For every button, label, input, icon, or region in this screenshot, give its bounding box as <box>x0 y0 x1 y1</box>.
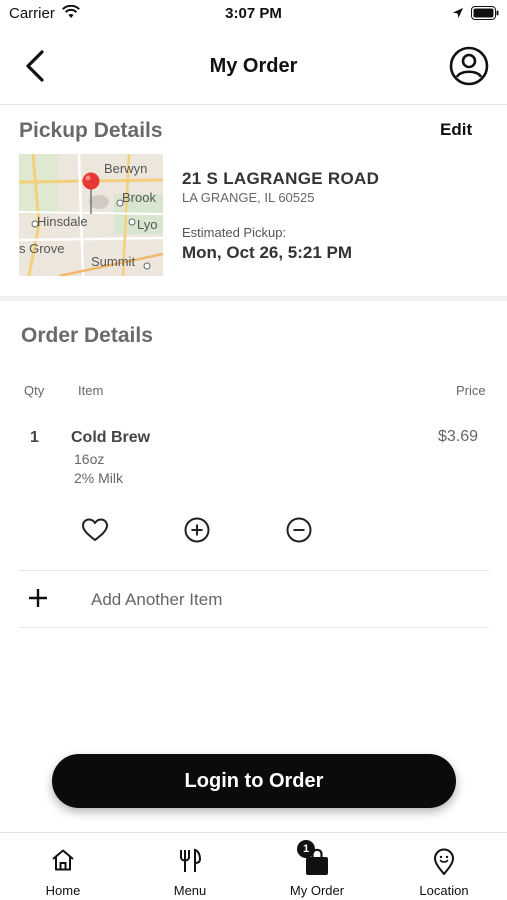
minus-circle-icon <box>286 517 312 543</box>
tab-bar: Home Menu My Order Location <box>0 832 507 900</box>
divider <box>19 627 489 628</box>
add-another-item-label: Add Another Item <box>91 590 223 609</box>
tab-home[interactable]: Home <box>0 833 126 900</box>
battery-icon <box>471 6 499 20</box>
pickup-details-title: Pickup Details <box>19 119 163 142</box>
map-label: s Grove <box>19 241 65 256</box>
status-bar: Carrier 3:07 PM <box>0 0 507 28</box>
estimated-pickup-label: Estimated Pickup: <box>182 225 287 240</box>
profile-button[interactable] <box>448 45 490 87</box>
favorite-button[interactable] <box>80 515 110 545</box>
login-to-order-button[interactable]: Login to Order <box>52 754 456 808</box>
column-header-price: Price <box>456 383 486 398</box>
status-time: 3:07 PM <box>225 5 282 22</box>
plus-icon <box>29 589 47 607</box>
store-address: 21 S LAGRANGE ROAD <box>182 169 380 188</box>
plus-circle-icon <box>184 517 210 543</box>
heart-icon <box>82 518 108 541</box>
item-price: $3.69 <box>438 428 479 445</box>
edit-pickup-button[interactable]: Edit <box>440 120 472 140</box>
item-modifier: 2% Milk <box>74 470 124 486</box>
divider <box>19 570 489 571</box>
item-modifier: 16oz <box>74 451 105 467</box>
user-avatar-icon <box>449 46 489 86</box>
map-pin-icon <box>82 172 100 190</box>
fork-knife-icon <box>180 848 202 872</box>
decrease-quantity-button[interactable] <box>284 515 314 545</box>
item-quantity: 1 <box>30 429 39 446</box>
tab-location[interactable]: Location <box>381 833 507 900</box>
estimated-pickup-time: Mon, Oct 26, 5:21 PM <box>182 243 353 262</box>
tab-label: Location <box>419 883 469 898</box>
column-header-item: Item <box>78 383 104 398</box>
order-details-title: Order Details <box>21 324 153 347</box>
nav-bar: My Order <box>0 28 507 105</box>
column-header-qty: Qty <box>24 383 45 398</box>
add-another-item-button[interactable]: Add Another Item <box>19 572 489 627</box>
location-pin-icon <box>434 848 454 875</box>
pickup-map[interactable]: Berwyn Brook Hinsdale Lyo s Grove Summit <box>19 154 163 276</box>
tab-label: Home <box>45 883 81 898</box>
map-label: Hinsdale <box>37 214 88 229</box>
page-title: My Order <box>209 55 298 77</box>
section-divider <box>0 296 507 301</box>
store-city: LA GRANGE, IL 60525 <box>182 190 315 205</box>
map-label: Berwyn <box>104 161 148 176</box>
location-arrow-icon <box>453 8 463 18</box>
tab-label: My Order <box>289 883 345 898</box>
map-label: Lyo <box>137 217 158 232</box>
map-label: Brook <box>122 190 156 205</box>
cart-count-badge: 1 <box>297 840 315 858</box>
tab-menu[interactable]: Menu <box>127 833 253 900</box>
item-name: Cold Brew <box>71 429 151 446</box>
increase-quantity-button[interactable] <box>182 515 212 545</box>
tab-my-order[interactable]: My Order <box>254 833 380 900</box>
map-label: Summit <box>91 254 136 269</box>
tab-label: Menu <box>173 883 207 898</box>
home-icon <box>52 849 74 871</box>
